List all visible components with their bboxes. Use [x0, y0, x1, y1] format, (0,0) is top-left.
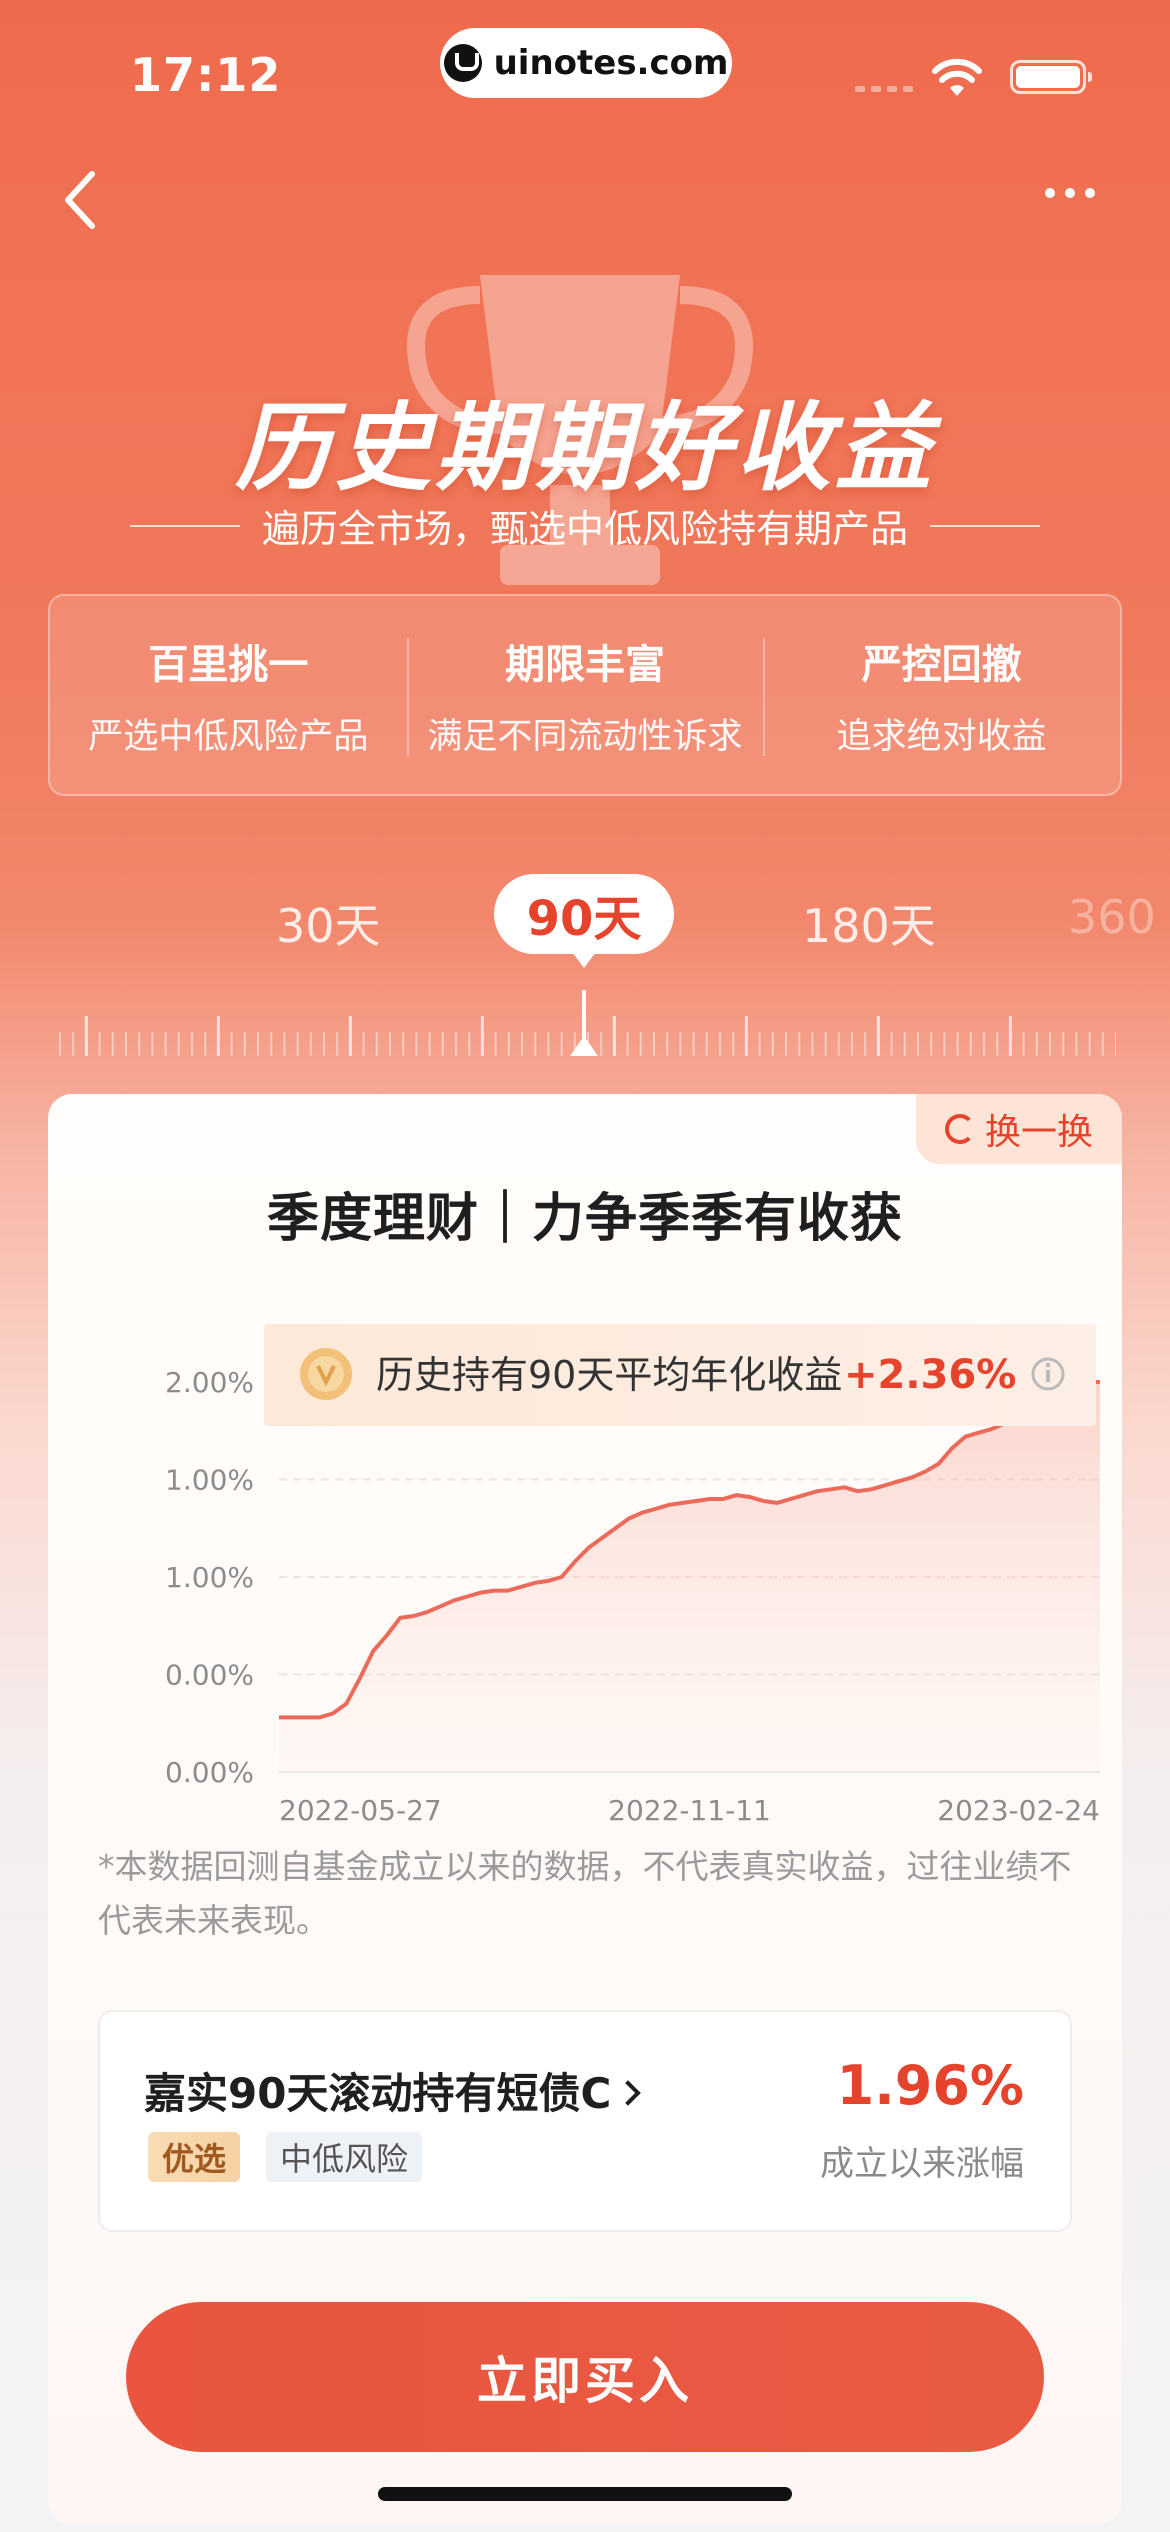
url-pill: uinotes.com	[440, 28, 732, 98]
signal-icon	[855, 86, 913, 92]
yield-chart: 2.00% 1.00% 1.00% 0.00% 0.00% 2022-05-27 2022…	[165, 1324, 1100, 1827]
y-tick-label: 0.00%	[165, 1756, 254, 1789]
tag-risk: 中低风险	[266, 2132, 423, 2182]
url-text: uinotes.com	[493, 43, 729, 83]
buy-now-button[interactable]: 立即买入	[126, 2302, 1044, 2452]
fund-rate: 1.96%	[836, 2054, 1024, 2117]
feature-item: 严控回撤 追求绝对收益	[763, 632, 1120, 759]
home-indicator	[378, 2487, 792, 2501]
x-tick-label: 2023-02-24	[937, 1794, 1100, 1827]
x-tick-label: 2022-05-27	[279, 1794, 442, 1827]
feature-item: 百里挑一 严选中低风险产品	[88, 641, 369, 757]
card-title: 季度理财｜力争季季有收获	[266, 1189, 903, 1249]
hero-subtitle: 遍历全市场，甄选中低风险持有期产品	[0, 498, 1170, 553]
disclaimer-text: *本数据回测自基金成立以来的数据，不代表真实收益，过往业绩不代表未来表现。	[98, 1847, 1072, 1940]
chevron-right-icon	[615, 2079, 642, 2106]
ruler-pointer-triangle	[570, 1036, 598, 1056]
y-tick-label: 1.00%	[165, 1561, 254, 1594]
chart-area	[279, 1382, 1100, 1772]
fund-item[interactable]: 嘉实90天滚动持有短债C 优选 中低风险 1.96% 成立以来涨幅	[98, 2010, 1072, 2232]
wifi-icon	[932, 58, 982, 96]
refresh-icon	[944, 1114, 975, 1144]
switch-button[interactable]: 换一换	[916, 1094, 1122, 1164]
feature-box: 百里挑一 严选中低风险产品 期限丰富 满足不同流动性诉求 严控回撤 追求绝对收益	[48, 594, 1122, 796]
tag-selected: 优选	[148, 2132, 241, 2182]
banner-value: +2.36%	[844, 1352, 1016, 1398]
period-30[interactable]: 30天	[276, 890, 381, 956]
uinotes-logo-icon	[443, 44, 482, 82]
battery-icon	[1010, 60, 1092, 94]
period-360[interactable]: 360	[1068, 890, 1156, 944]
coin-icon	[300, 1348, 352, 1400]
period-90-selected[interactable]: 90天	[494, 874, 674, 968]
yield-banner: 历史持有90天平均年化收益 +2.36%	[264, 1324, 1096, 1426]
hero-title: 历史期期好收益	[235, 392, 935, 504]
feature-item: 期限丰富 满足不同流动性诉求	[406, 632, 764, 759]
product-card: 换一换 季度理财｜力争季季有收获 2.00% 1.00% 1.00% 0.00% 0.0…	[48, 1094, 1122, 2524]
more-options-icon[interactable]	[1045, 188, 1095, 198]
y-tick-label: 0.00%	[165, 1659, 254, 1692]
back-arrow-icon[interactable]	[60, 168, 100, 232]
fund-rate-label: 成立以来涨幅	[820, 2144, 1024, 2184]
y-tick-label: 1.00%	[165, 1464, 254, 1497]
x-tick-label: 2022-11-11	[608, 1794, 771, 1827]
period-180[interactable]: 180天	[802, 890, 936, 956]
status-time: 17:12	[130, 48, 282, 102]
y-tick-label: 2.00%	[165, 1366, 254, 1399]
fund-name[interactable]: 嘉实90天滚动持有短债C	[144, 2060, 642, 2121]
banner-text: 历史持有90天平均年化收益	[376, 1353, 842, 1397]
